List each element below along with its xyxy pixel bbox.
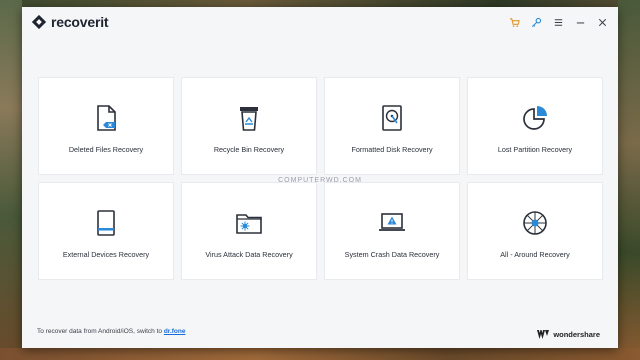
drfone-link[interactable]: dr.fone <box>164 328 186 335</box>
footer-note: To recover data from Android/iOS, switch… <box>37 328 185 335</box>
card-label: System Crash Data Recovery <box>344 249 440 259</box>
external-device-icon <box>97 209 115 236</box>
watermark: COMPUTERWD.COM <box>278 177 362 184</box>
hard-disk-icon <box>382 104 402 131</box>
card-all-around-recovery[interactable]: All - Around Recovery <box>467 182 603 280</box>
app-title: recoverit <box>51 14 109 30</box>
app-title-suffix: it <box>100 14 109 30</box>
card-system-crash-data-recovery[interactable]: System Crash Data Recovery <box>324 182 460 280</box>
title-actions <box>506 14 610 30</box>
title-bar: recoverit <box>22 7 618 37</box>
desktop-background-left <box>0 0 22 360</box>
app-title-prefix: recover <box>51 14 101 30</box>
wondershare-logo-icon <box>537 330 550 339</box>
cart-icon[interactable] <box>506 14 522 30</box>
card-external-devices-recovery[interactable]: External Devices Recovery <box>38 182 174 280</box>
card-lost-partition-recovery[interactable]: Lost Partition Recovery <box>467 77 603 175</box>
brand: wondershare <box>537 330 600 339</box>
close-icon[interactable] <box>594 14 610 30</box>
card-deleted-files-recovery[interactable]: Deleted Files Recovery <box>38 77 174 175</box>
card-label: Formatted Disk Recovery <box>351 144 433 154</box>
desktop-background-bottom <box>0 348 640 360</box>
card-label: Deleted Files Recovery <box>68 144 144 154</box>
card-virus-attack-data-recovery[interactable]: Virus Attack Data Recovery <box>181 182 317 280</box>
all-around-icon <box>523 210 547 235</box>
key-icon[interactable] <box>528 14 544 30</box>
brand-name: wondershare <box>553 330 600 339</box>
card-label: Lost Partition Recovery <box>497 144 573 154</box>
footer-text: To recover data from Android/iOS, switch… <box>37 328 164 335</box>
card-recycle-bin-recovery[interactable]: Recycle Bin Recovery <box>181 77 317 175</box>
card-label: Virus Attack Data Recovery <box>205 249 293 259</box>
minimize-icon[interactable] <box>572 14 588 30</box>
system-crash-icon <box>379 212 405 231</box>
card-label: Recycle Bin Recovery <box>213 144 285 154</box>
desktop-background-right <box>618 0 640 360</box>
partition-pie-icon <box>523 105 547 130</box>
virus-folder-icon <box>236 213 262 234</box>
deleted-file-icon <box>97 104 116 131</box>
recycle-bin-icon <box>240 106 258 131</box>
card-formatted-disk-recovery[interactable]: Formatted Disk Recovery <box>324 77 460 175</box>
app-window: recoverit Deleted Files Recovery Recycle… <box>22 7 618 348</box>
menu-icon[interactable] <box>550 14 566 30</box>
app-logo: recoverit <box>32 14 109 30</box>
recoverit-logo-icon <box>32 15 46 29</box>
card-label: External Devices Recovery <box>62 249 150 259</box>
card-label: All - Around Recovery <box>500 249 570 259</box>
